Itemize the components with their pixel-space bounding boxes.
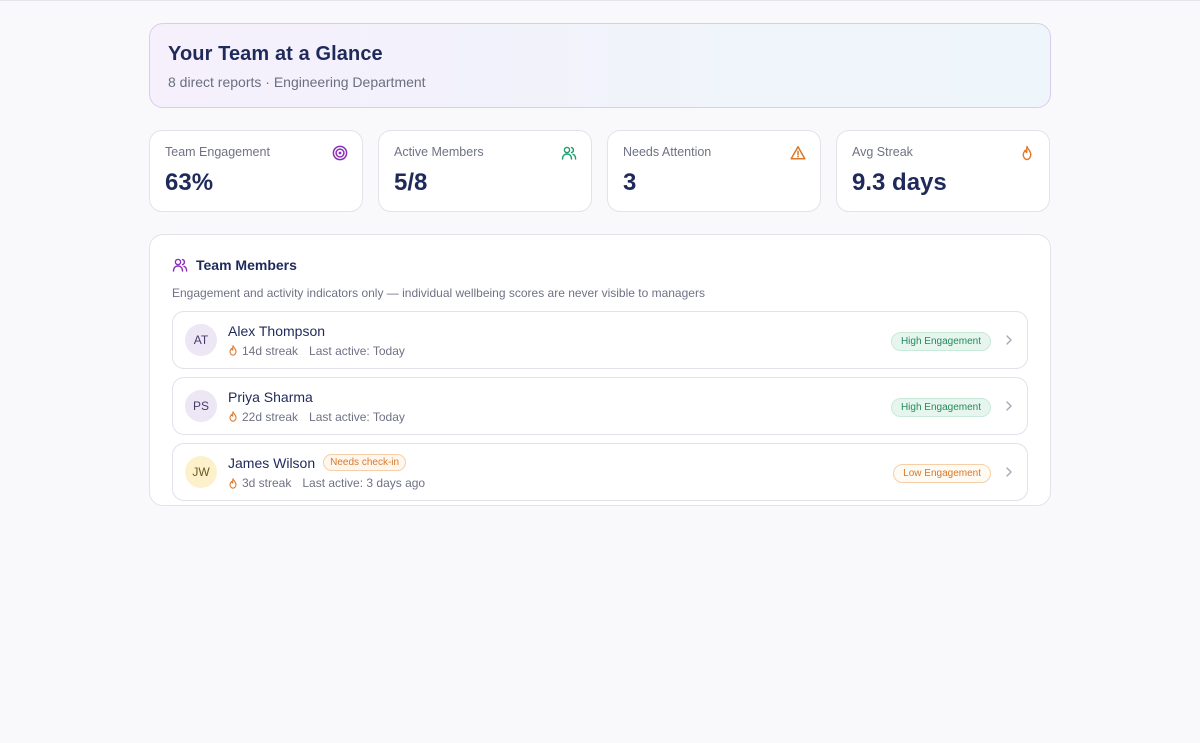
last-active-text: Last active: 3 days ago [302, 476, 426, 490]
page-title: Your Team at a Glance [168, 43, 383, 65]
chevron-right-icon [1006, 467, 1012, 477]
stat-value: 63% [165, 169, 214, 196]
team-overview-banner: Your Team at a Glance 8 direct reports ·… [149, 23, 1051, 108]
member-meta: 3d streak Last active: 3 days ago [228, 476, 425, 490]
engagement-badge: Low Engagement [893, 464, 991, 483]
privacy-note: Engagement and activity indicators only … [172, 286, 705, 300]
member-info: Alex Thompson 14d streak Last active: To… [228, 323, 405, 358]
member-row-alex-thompson[interactable]: AT Alex Thompson 14d streak Last active:… [172, 311, 1028, 369]
member-row-priya-sharma[interactable]: PS Priya Sharma 22d streak Last active: … [172, 377, 1028, 435]
panel-header: Team Members [172, 257, 1028, 273]
member-info: Priya Sharma 22d streak Last active: Tod… [228, 389, 405, 424]
stat-value: 5/8 [394, 169, 428, 196]
name-line: Alex Thompson [228, 323, 405, 339]
stat-value: 3 [623, 169, 637, 196]
flame-icon [1022, 145, 1032, 161]
stat-card-active-members: Active Members 5/8 [378, 130, 592, 212]
flame-icon [229, 477, 237, 489]
stat-label: Team Engagement [165, 145, 270, 159]
member-meta: 22d streak Last active: Today [228, 410, 405, 424]
stat-card-team-engagement: Team Engagement 63% [149, 130, 363, 212]
streak-text: 3d streak [242, 476, 292, 490]
avatar: JW [185, 456, 217, 488]
stat-label: Needs Attention [623, 145, 712, 159]
dashboard: Your Team at a Glance 8 direct reports ·… [149, 23, 1051, 506]
engagement-badge: High Engagement [890, 398, 991, 417]
avatar: PS [185, 390, 217, 422]
streak-text: 14d streak [242, 343, 299, 358]
stat-card-needs-attention: Needs Attention 3 [607, 130, 821, 212]
stat-label: Avg Streak [852, 145, 913, 159]
member-list: AT Alex Thompson 14d streak Last active:… [172, 311, 1028, 505]
flame-icon [229, 411, 237, 422]
panel-title: Team Members [196, 257, 297, 273]
name-line: James Wilson Needs check-in [228, 454, 425, 471]
member-name: Alex Thompson [228, 322, 326, 339]
streak-text: 22d streak [242, 409, 299, 424]
name-line: Priya Sharma [228, 389, 405, 405]
target-icon [332, 145, 348, 161]
top-divider [0, 0, 1200, 1]
member-meta: 14d streak Last active: Today [228, 344, 405, 358]
users-icon [561, 146, 577, 160]
page-subtitle: 8 direct reports · Engineering Departmen… [168, 74, 426, 90]
engagement-badge: High Engagement [890, 332, 991, 351]
member-name: James Wilson [228, 454, 316, 471]
member-name: Priya Sharma [228, 388, 313, 405]
chevron-right-icon [1006, 335, 1012, 345]
chevron-right-icon [1006, 401, 1012, 411]
stats-row: Team Engagement 63% Active Members 5/8 N… [149, 130, 1051, 212]
last-active-text: Last active: Today [309, 343, 405, 358]
member-info: James Wilson Needs check-in 3d streak La… [228, 454, 425, 490]
users-icon [172, 258, 188, 272]
stat-value: 9.3 days [852, 169, 947, 196]
last-active-text: Last active: Today [309, 409, 405, 424]
needs-check-in-tag: Needs check-in [323, 454, 407, 471]
warning-icon [790, 146, 806, 160]
avatar: AT [185, 324, 217, 356]
team-members-panel: Team Members Engagement and activity ind… [149, 234, 1051, 506]
member-row-james-wilson[interactable]: JW James Wilson Needs check-in 3d streak… [172, 443, 1028, 501]
flame-icon [229, 345, 237, 356]
stat-card-avg-streak: Avg Streak 9.3 days [836, 130, 1050, 212]
stat-label: Active Members [394, 145, 484, 159]
